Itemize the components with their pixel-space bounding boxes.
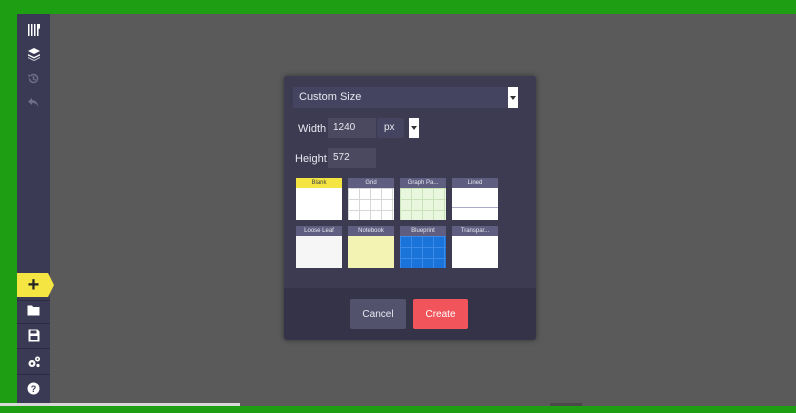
template-preview xyxy=(296,236,342,268)
template-preview xyxy=(452,236,498,268)
scrollbar-horizontal[interactable] xyxy=(0,403,240,406)
cancel-button[interactable]: Cancel xyxy=(350,299,406,329)
width-field[interactable]: 1240 xyxy=(328,118,376,138)
undo-icon[interactable] xyxy=(17,90,50,114)
unit-select[interactable]: px xyxy=(377,118,404,138)
height-label: Height xyxy=(295,153,327,165)
template-label: Grid xyxy=(348,178,394,188)
size-preset-select[interactable]: Custom Size xyxy=(293,87,518,108)
template-preview xyxy=(400,236,446,268)
width-label: Width xyxy=(298,123,327,135)
template-label: Notebook xyxy=(348,226,394,236)
template-label: Blueprint xyxy=(400,226,446,236)
create-button[interactable]: Create xyxy=(413,299,468,329)
sidebar: ? xyxy=(17,14,50,406)
new-canvas-button[interactable]: + xyxy=(17,273,54,297)
template-preview xyxy=(296,188,342,220)
height-field[interactable]: 572 xyxy=(328,148,376,168)
settings-gears-icon[interactable] xyxy=(17,350,50,374)
template-preview xyxy=(348,188,394,220)
template-preview xyxy=(452,188,498,220)
template-label: Transpar... xyxy=(452,226,498,236)
template-notebook[interactable]: Notebook xyxy=(348,226,394,268)
template-label: Blank xyxy=(296,178,342,188)
template-preview xyxy=(348,236,394,268)
tools-icon[interactable] xyxy=(17,18,50,42)
history-icon[interactable] xyxy=(17,66,50,90)
size-preset-value: Custom Size xyxy=(299,91,362,103)
unit-value: px xyxy=(384,122,395,133)
unit-chevron-down-icon[interactable] xyxy=(409,118,419,138)
template-grid[interactable]: Grid xyxy=(348,178,394,220)
template-blueprint[interactable]: Blueprint xyxy=(400,226,446,268)
template-label: Graph Pa... xyxy=(400,178,446,188)
dialog-footer xyxy=(284,288,536,340)
svg-text:?: ? xyxy=(31,384,37,394)
new-canvas-dialog: Custom Size Width 1240 px Height 572 Bla… xyxy=(284,76,536,340)
template-graph-paper[interactable]: Graph Pa... xyxy=(400,178,446,220)
template-blank[interactable]: Blank xyxy=(296,178,342,220)
plus-icon: + xyxy=(27,274,40,296)
template-transparent[interactable]: Transpar... xyxy=(452,226,498,268)
scrollbar-marker xyxy=(550,403,582,406)
help-icon[interactable]: ? xyxy=(17,376,50,400)
save-icon[interactable] xyxy=(17,323,50,347)
folder-icon[interactable] xyxy=(17,298,50,322)
template-label: Loose Leaf xyxy=(296,226,342,236)
template-label: Lined xyxy=(452,178,498,188)
template-loose-leaf[interactable]: Loose Leaf xyxy=(296,226,342,268)
layers-icon[interactable] xyxy=(17,42,50,66)
template-lined[interactable]: Lined xyxy=(452,178,498,220)
template-preview xyxy=(400,188,446,220)
chevron-down-icon[interactable] xyxy=(508,87,518,108)
